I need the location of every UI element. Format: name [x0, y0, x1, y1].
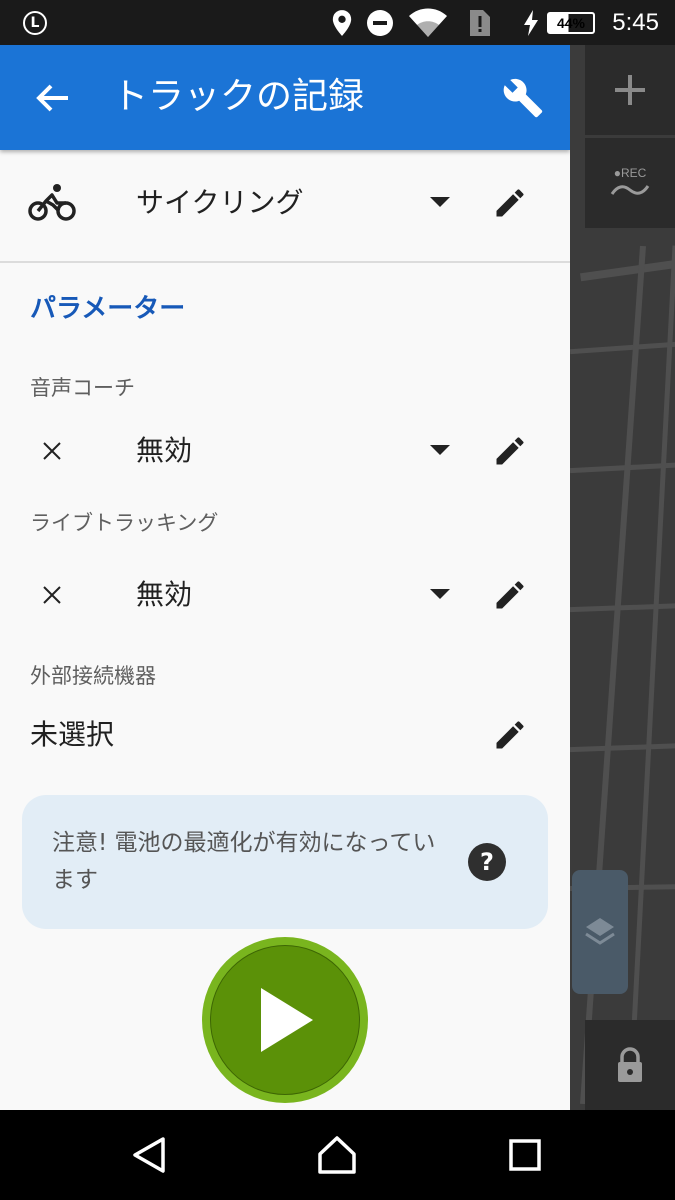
help-icon[interactable]: ?: [468, 843, 506, 881]
notice-text: 注意! 電池の最適化が有効になっています: [52, 830, 436, 893]
play-button-inner: [210, 945, 360, 1095]
live-tracking-label: ライブトラッキング: [30, 511, 219, 535]
chevron-down-icon[interactable]: [430, 589, 450, 599]
parameters-section-title: パラメーター: [30, 294, 186, 324]
pencil-icon[interactable]: [490, 431, 530, 471]
voice-coach-label: 音声コーチ: [30, 376, 135, 400]
start-recording-button[interactable]: [202, 937, 368, 1103]
map-rec-button[interactable]: ●REC: [585, 138, 675, 228]
pencil-icon[interactable]: [490, 575, 530, 615]
chevron-down-icon[interactable]: [430, 445, 450, 455]
wrench-icon[interactable]: [498, 73, 548, 123]
do-not-disturb-icon: [366, 0, 394, 45]
rec-label: ●REC: [613, 166, 647, 180]
navigation-bar: [0, 1110, 675, 1200]
voice-coach-selector[interactable]: 無効: [0, 411, 570, 491]
map-lock-button[interactable]: [585, 1020, 675, 1110]
track-wave-icon: [610, 185, 650, 195]
nav-back-icon[interactable]: [126, 1132, 172, 1178]
lock-icon: [618, 1047, 642, 1082]
wifi-icon: [408, 0, 448, 45]
play-icon: [261, 988, 313, 1052]
app-bar: トラックの記録: [0, 45, 570, 150]
layers-icon: [585, 918, 615, 945]
launcher-letter: L: [23, 10, 47, 35]
activity-value: サイクリング: [136, 186, 304, 219]
status-bar: L 44% 5:45: [0, 0, 675, 45]
location-icon: [330, 0, 354, 45]
live-tracking-value: 無効: [136, 578, 193, 611]
map-layers-button[interactable]: [572, 870, 628, 994]
plus-icon: [615, 75, 645, 105]
arrow-back-icon[interactable]: [30, 75, 76, 121]
close-icon: [28, 573, 76, 617]
external-devices-label: 外部接続機器: [30, 664, 156, 688]
track-recording-drawer: トラックの記録 サイクリング パラメーター 音声コーチ 無効 ライブトラッキング: [0, 45, 570, 1110]
close-icon: [28, 429, 76, 473]
external-devices-selector[interactable]: 未選択: [0, 695, 570, 775]
activity-selector[interactable]: サイクリング: [0, 163, 570, 243]
page-title: トラックの記録: [112, 76, 365, 117]
nav-recents-icon[interactable]: [502, 1132, 548, 1178]
chevron-down-icon[interactable]: [430, 197, 450, 207]
pencil-icon[interactable]: [490, 183, 530, 223]
map-add-button[interactable]: [585, 45, 675, 135]
bicycle-icon: [28, 181, 76, 225]
external-devices-value: 未選択: [30, 718, 115, 751]
sim-alert-icon: [468, 0, 492, 45]
pencil-icon[interactable]: [490, 715, 530, 755]
battery-optimization-notice[interactable]: 注意! 電池の最適化が有効になっています ?: [22, 795, 548, 929]
divider: [0, 261, 570, 263]
clock: 5:45: [612, 8, 659, 36]
launcher-indicator: L: [22, 0, 48, 45]
voice-coach-value: 無効: [136, 434, 193, 467]
live-tracking-selector[interactable]: 無効: [0, 555, 570, 635]
battery-level: 44%: [547, 11, 595, 34]
charging-icon: [522, 0, 540, 45]
battery-indicator: 44%: [547, 0, 595, 45]
nav-home-icon[interactable]: [314, 1132, 360, 1178]
